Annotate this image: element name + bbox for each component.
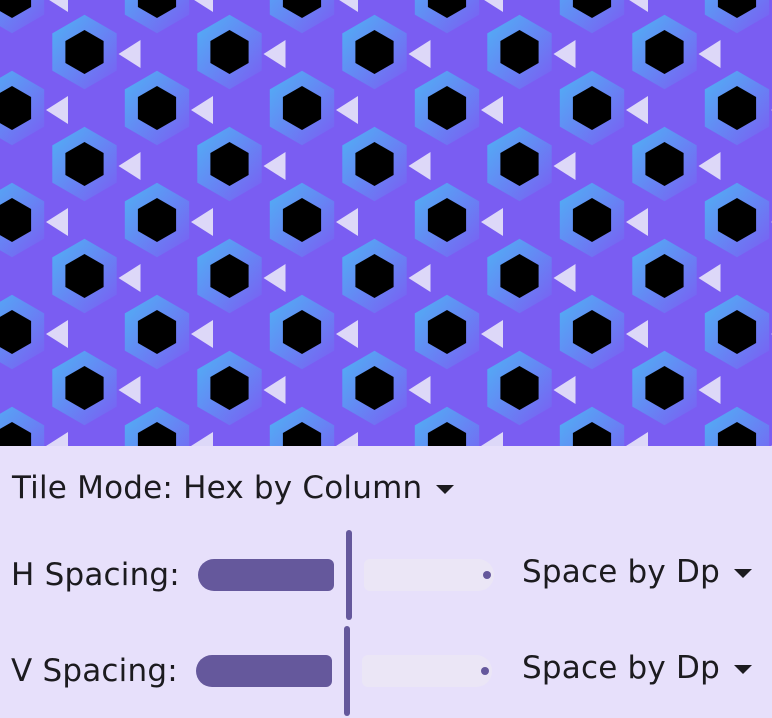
chevron-down-icon [436, 484, 455, 494]
tile-mode-label: Tile Mode: Hex by Column [12, 470, 423, 506]
v-spacing-row: V Spacing: Space by Dp [0, 626, 772, 716]
h-spacing-label: H Spacing: [11, 557, 180, 593]
v-spacing-slider-active-track [196, 655, 332, 687]
chevron-down-icon [733, 568, 752, 578]
tile-mode-dropdown[interactable]: Tile Mode: Hex by Column [12, 470, 455, 506]
v-spacing-label: V Spacing: [11, 653, 178, 689]
v-spacing-mode-dropdown[interactable]: Space by Dp [522, 650, 752, 686]
h-spacing-row: H Spacing: Space by Dp [0, 530, 772, 620]
h-spacing-slider-stop-indicator [483, 571, 491, 579]
controls-panel: Tile Mode: Hex by Column H Spacing: Spac… [0, 446, 772, 718]
h-spacing-slider-inactive-track [364, 559, 494, 591]
v-spacing-slider-stop-indicator [481, 667, 489, 675]
tile-mode-row: Tile Mode: Hex by Column [0, 466, 772, 510]
v-spacing-mode-label: Space by Dp [522, 650, 720, 686]
hex-tile-pattern-svg [0, 0, 772, 446]
tile-pattern-preview [0, 0, 772, 446]
v-spacing-slider-handle[interactable] [344, 626, 350, 716]
h-spacing-slider-handle[interactable] [346, 530, 352, 620]
h-spacing-slider-active-track [198, 559, 334, 591]
chevron-down-icon [733, 664, 752, 674]
h-spacing-mode-label: Space by Dp [522, 554, 720, 590]
v-spacing-slider-inactive-track [362, 655, 492, 687]
app-window: Tile Mode: Hex by Column H Spacing: Spac… [0, 0, 772, 718]
h-spacing-mode-dropdown[interactable]: Space by Dp [522, 554, 752, 590]
